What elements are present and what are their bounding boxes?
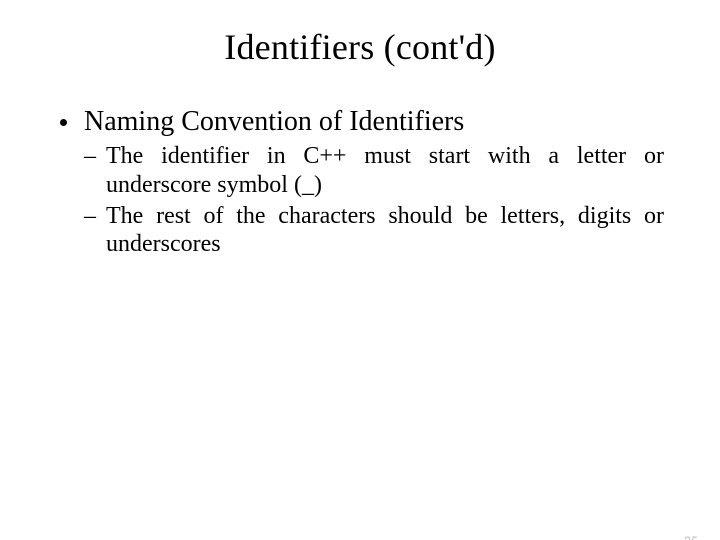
bullet-level1: Naming Convention of Identifiers	[56, 106, 664, 138]
page-number: 35	[684, 533, 698, 540]
bullet-level2-item: – The rest of the characters should be l…	[84, 202, 664, 259]
bullet-level2-item: – The identifier in C++ must start with …	[84, 142, 664, 199]
bullet-level2-text: The identifier in C++ must start with a …	[106, 143, 664, 197]
slide-content: Naming Convention of Identifiers – The i…	[0, 106, 720, 258]
bullet-level2-text: The rest of the characters should be let…	[106, 203, 664, 257]
bullet-level2-list: – The identifier in C++ must start with …	[56, 142, 664, 258]
slide: Identifiers (cont'd) Naming Convention o…	[0, 26, 720, 540]
bullet-dot-icon	[60, 119, 67, 126]
dash-icon: –	[84, 202, 96, 230]
slide-title: Identifiers (cont'd)	[0, 26, 720, 68]
bullet-level1-text: Naming Convention of Identifiers	[84, 106, 464, 137]
dash-icon: –	[84, 142, 96, 170]
